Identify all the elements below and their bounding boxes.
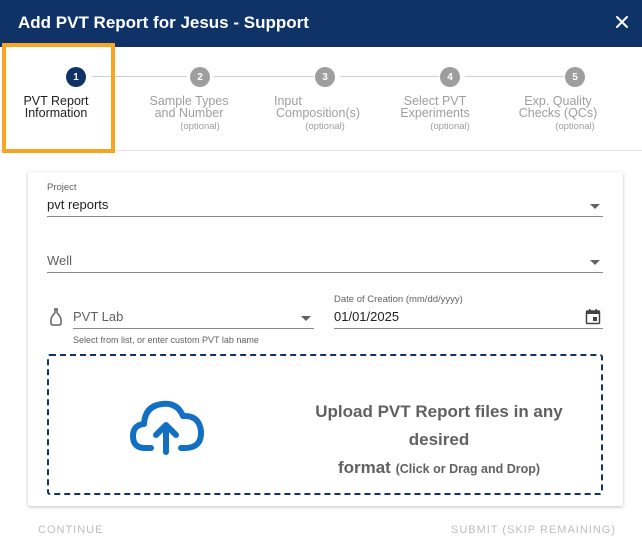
pvt-lab-dropdown-icon[interactable]	[301, 316, 311, 321]
project-dropdown-icon[interactable]	[590, 204, 600, 209]
step-4-label-line2: Experiments	[400, 106, 470, 120]
upload-text-line2: format (Click or Drag and Drop)	[289, 454, 589, 483]
submit-skip-remaining-button[interactable]: SUBMIT (SKIP REMAINING)	[451, 524, 616, 536]
upload-text-line1: Upload PVT Report files in any desired	[315, 402, 563, 449]
step-3-circle[interactable]: 3	[315, 67, 335, 87]
upload-text-format: format	[337, 458, 391, 477]
well-underline	[47, 272, 603, 273]
pvt-lab-input[interactable]: PVT Lab	[73, 309, 123, 324]
date-input[interactable]: 01/01/2025	[334, 309, 399, 324]
dialog-title: Add PVT Report for Jesus - Support	[18, 13, 309, 32]
step-2-circle[interactable]: 2	[190, 67, 210, 87]
date-label: Date of Creation (mm/dd/yyyy)	[334, 294, 463, 305]
upload-hint: (Click or Drag and Drop)	[395, 462, 541, 476]
step-4-optional: (optional)	[430, 121, 470, 132]
pvt-lab-helper: Select from list, or enter custom PVT la…	[73, 335, 259, 345]
well-dropdown-icon[interactable]	[590, 260, 600, 265]
step-5-label-line2: Checks (QCs)	[518, 106, 598, 120]
step-1-label[interactable]: PVT Report Information	[0, 95, 121, 120]
step-2-label-line2: and Number	[154, 106, 224, 120]
flask-icon	[50, 308, 62, 326]
close-icon[interactable]	[609, 9, 635, 35]
step-2-label[interactable]: Sample Types and Number	[124, 95, 254, 120]
step-1-circle[interactable]: 1	[66, 67, 86, 87]
project-label: Project	[47, 182, 77, 193]
step-connector	[340, 76, 439, 77]
continue-button[interactable]: CONTINUE	[38, 524, 103, 536]
pvt-lab-underline	[73, 328, 314, 329]
step-3-optional: (optional)	[305, 121, 345, 132]
step-5-optional: (optional)	[555, 121, 595, 132]
step-connector	[465, 76, 564, 77]
step-connector	[92, 76, 187, 77]
upload-instructions: Upload PVT Report files in any desired f…	[289, 398, 589, 483]
step-5-label[interactable]: Exp. Quality Checks (QCs)	[493, 95, 623, 120]
project-select[interactable]: pvt reports	[47, 197, 108, 212]
step-3-label[interactable]: Input Composition(s)	[253, 95, 383, 120]
step-3-label-line2: Composition(s)	[275, 106, 361, 120]
step-4-circle[interactable]: 4	[440, 67, 460, 87]
well-select[interactable]: Well	[47, 253, 72, 268]
project-underline	[47, 216, 603, 217]
step-2-optional: (optional)	[180, 121, 220, 132]
step-1-label-line2: Information	[24, 106, 88, 120]
dialog-header: Add PVT Report for Jesus - Support	[0, 0, 642, 47]
step-5-circle[interactable]: 5	[565, 67, 585, 87]
upload-dropzone[interactable]: Upload PVT Report files in any desired f…	[47, 354, 603, 495]
step-4-label[interactable]: Select PVT Experiments	[370, 95, 500, 120]
step-connector	[214, 76, 314, 77]
calendar-icon[interactable]	[585, 308, 601, 325]
cloud-upload-icon	[130, 400, 205, 455]
date-underline	[334, 328, 603, 329]
